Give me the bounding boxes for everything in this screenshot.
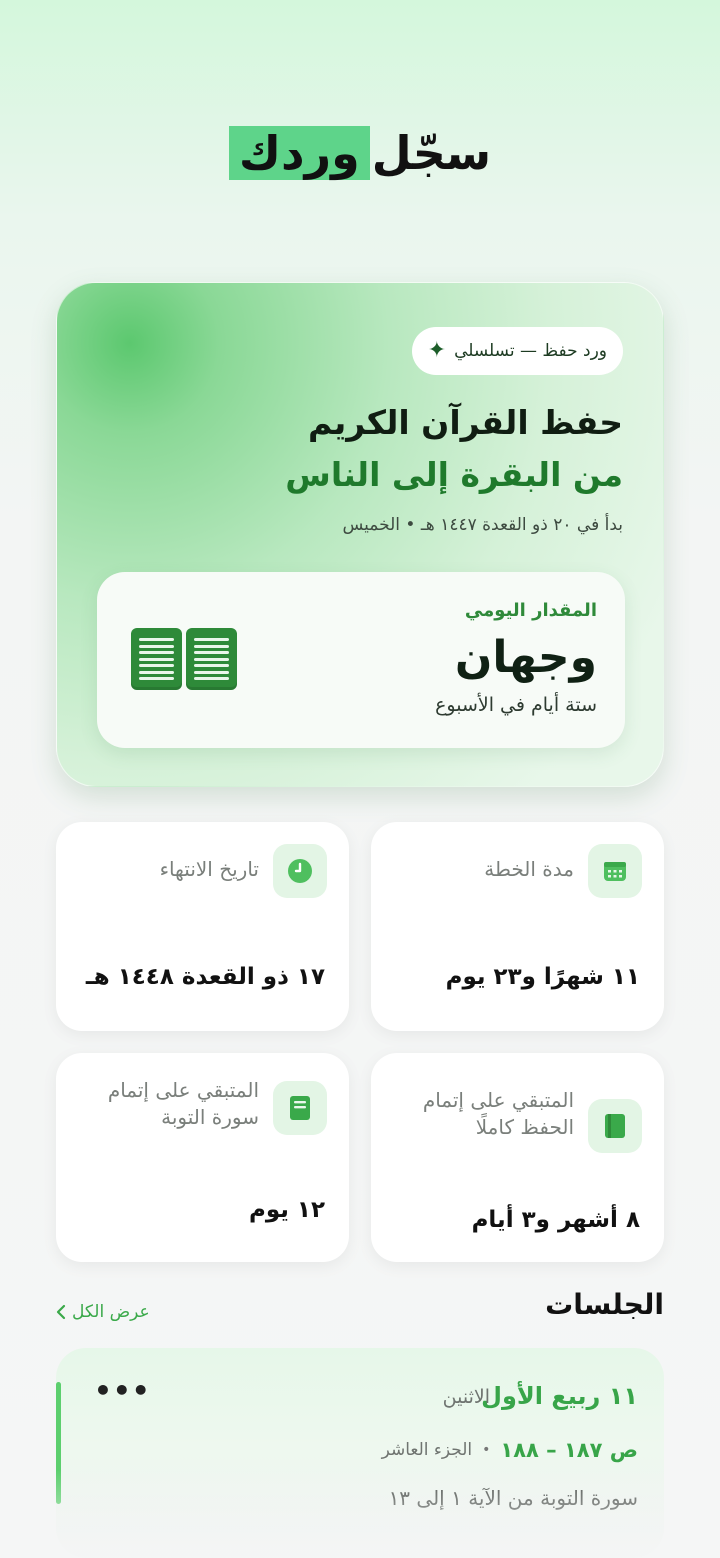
separator-dot: • <box>482 1442 491 1458</box>
plan-title: حفظ القرآن الكريم <box>308 403 623 442</box>
sparkle-icon: ✦ <box>427 338 447 363</box>
daily-amount-label: المقدار اليومي <box>464 600 597 621</box>
stat-card-remaining-total[interactable]: المتبقي على إتمام الحفظ كاملًا ٨ أشهر و٣… <box>371 1053 664 1262</box>
session-date: ١١ ربيع الأول <box>481 1382 638 1410</box>
session-description: سورة التوبة من الآية ١ إلى ١٣ <box>388 1486 638 1510</box>
open-book-icon <box>131 628 237 692</box>
daily-amount-card: المقدار اليومي وجهان ستة أيام في الأسبوع <box>97 572 625 748</box>
daily-amount-note: ستة أيام في الأسبوع <box>435 694 597 716</box>
stat-label: مدة الخطة <box>484 857 574 881</box>
stat-label: المتبقي على إتمام الحفظ كاملًا <box>422 1088 574 1139</box>
stat-value: ١٢ يوم <box>249 1197 325 1223</box>
stat-card-remaining-surah[interactable]: المتبقي على إتمام سورة التوبة ١٢ يوم <box>56 1053 349 1262</box>
page-title: سجّل وردك <box>0 112 720 194</box>
title-word-2-highlight: وردك <box>228 126 370 180</box>
stat-card-end-date[interactable]: تاريخ الانتهاء ١٧ ذو القعدة ١٤٤٨ هـ <box>56 822 349 1031</box>
stat-label: تاريخ الانتهاء <box>159 857 259 881</box>
title-word-1: سجّل <box>371 126 492 180</box>
calendar-icon <box>588 844 642 898</box>
session-pages: ص ١٨٧ – ١٨٨ <box>500 1438 638 1462</box>
session-meta: ص ١٨٧ – ١٨٨ • الجزء العاشر <box>382 1438 638 1462</box>
more-options-icon[interactable]: ••• <box>94 1374 151 1407</box>
session-accent-bar <box>56 1382 61 1504</box>
daily-amount-value: وجهان <box>454 632 597 683</box>
plan-start-date: بدأ في ٢٠ ذو القعدة ١٤٤٧ هـ • الخميس <box>342 515 623 535</box>
stat-value: ٨ أشهر و٣ أيام <box>471 1207 640 1233</box>
sessions-title: الجلسات <box>545 1288 664 1321</box>
view-all-link[interactable]: عرض الكل <box>56 1302 150 1322</box>
plan-card[interactable]: ورد حفظ — تسلسلي ✦ حفظ القرآن الكريم من … <box>56 282 664 787</box>
stat-label: المتبقي على إتمام سورة التوبة <box>107 1078 259 1129</box>
session-card[interactable]: ١١ ربيع الأول الاثنين ••• ص ١٨٧ – ١٨٨ • … <box>56 1348 664 1558</box>
book-icon <box>588 1099 642 1153</box>
view-all-label: عرض الكل <box>72 1302 150 1322</box>
clock-icon <box>273 844 327 898</box>
plan-type-label: ورد حفظ — تسلسلي <box>454 341 607 361</box>
session-day: الاثنين <box>442 1386 490 1408</box>
stat-value: ١٧ ذو القعدة ١٤٤٨ هـ <box>85 964 325 990</box>
session-juz: الجزء العاشر <box>381 1440 473 1460</box>
stat-card-duration[interactable]: مدة الخطة ١١ شهرًا و٢٣ يوم <box>371 822 664 1031</box>
book-icon <box>273 1081 327 1135</box>
chevron-left-icon <box>56 1304 66 1320</box>
plan-range: من البقرة إلى الناس <box>285 455 623 494</box>
stat-value: ١١ شهرًا و٢٣ يوم <box>445 964 640 990</box>
plan-type-badge: ورد حفظ — تسلسلي ✦ <box>411 327 623 375</box>
